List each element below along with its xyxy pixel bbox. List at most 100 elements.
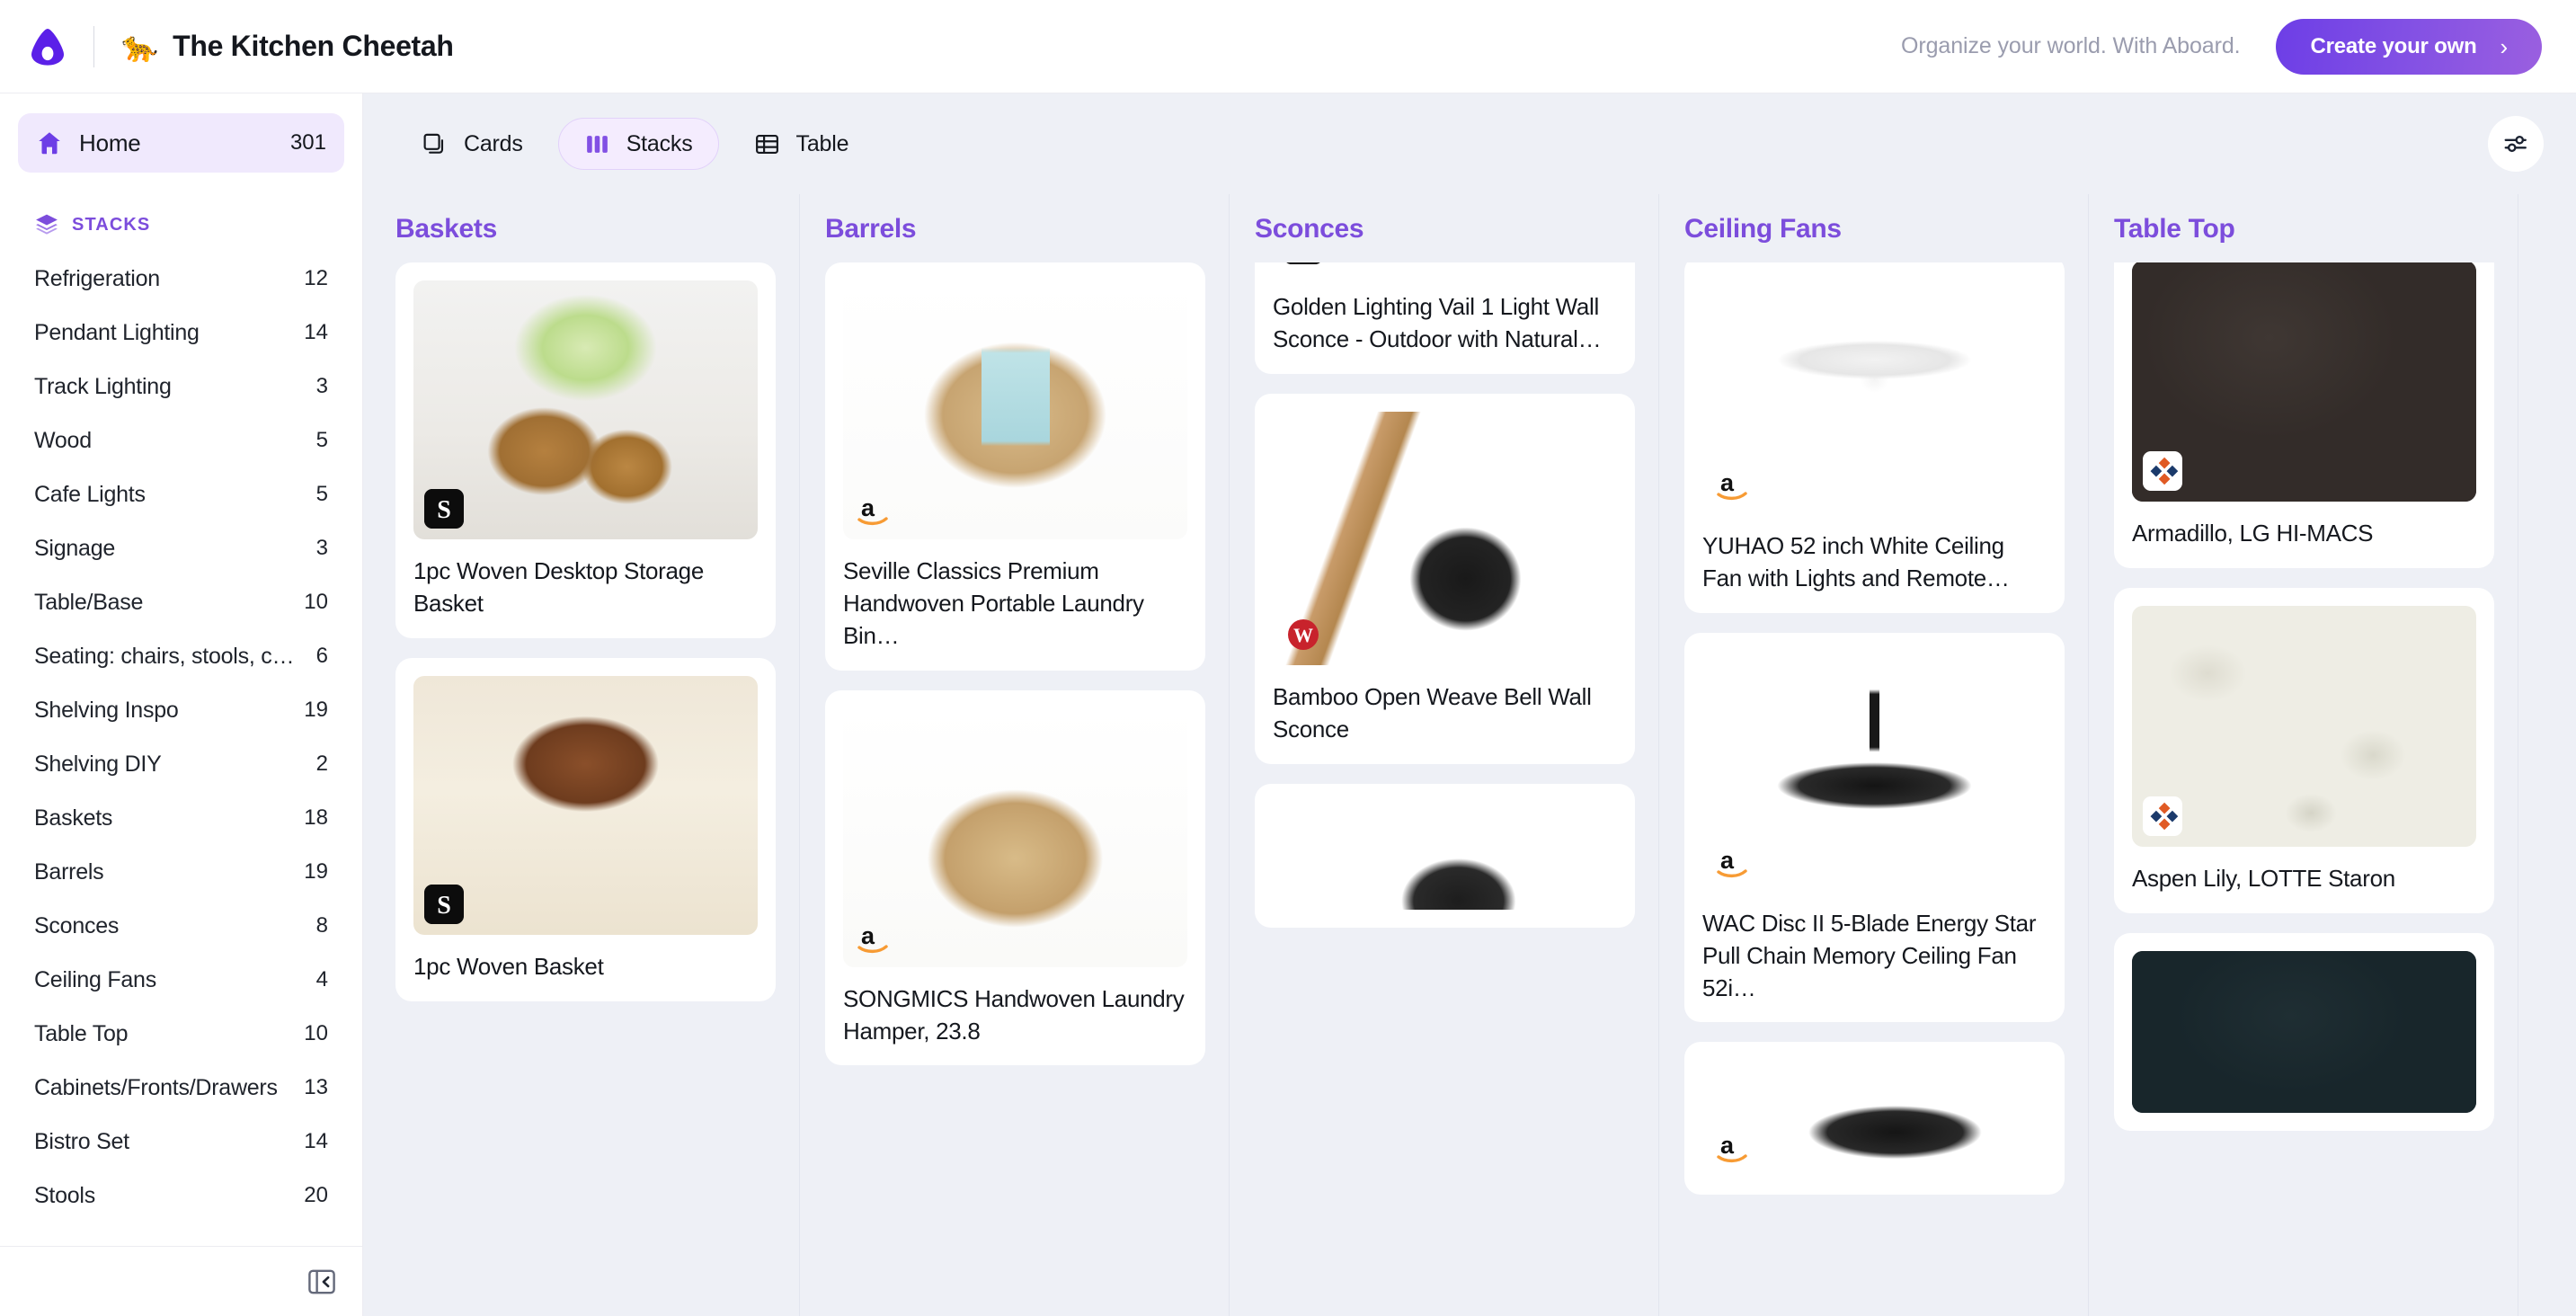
sidebar-section-stacks: STACKS <box>34 212 344 237</box>
stack-column-cards[interactable]: Golden Lighting Vail 1 Light Wall Sconce… <box>1230 262 1658 1316</box>
tab-table[interactable]: Table <box>728 118 875 170</box>
stack-column: Ceiling Fans a YUHAO 52 inch White Ceiling… <box>1659 194 2089 1316</box>
sidebar-item-cafe-lights[interactable]: Cafe Lights 5 <box>18 467 344 521</box>
sidebar-item-count: 20 <box>304 1183 328 1207</box>
create-your-own-button[interactable]: Create your own › <box>2276 18 2542 75</box>
sidebar-scroll[interactable]: Home 301 STACKS Refrigeration 12 Pendant L… <box>0 93 362 1246</box>
amazon-badge-icon: a <box>1717 1132 1747 1163</box>
card-photo <box>2132 605 2476 847</box>
sidebar-item-refrigeration[interactable]: Refrigeration 12 <box>18 252 344 306</box>
card-title: Armadillo, LG HI-MACS <box>2132 520 2374 547</box>
aboard-logo-icon[interactable] <box>27 26 68 67</box>
sidebar-item-stools[interactable]: Stools 20 <box>18 1169 344 1223</box>
card-image: a <box>843 707 1187 967</box>
card-image: W <box>1273 411 1617 665</box>
stack-card[interactable]: a <box>1684 1042 2065 1196</box>
card-title: Bamboo Open Weave Bell Wall Sconce <box>1273 682 1592 742</box>
stack-card[interactable]: a YUHAO 52 inch White Ceiling Fan with Li… <box>1684 262 2065 613</box>
stack-column-cards[interactable]: a YUHAO 52 inch White Ceiling Fan with Li… <box>1659 262 2088 1316</box>
sidebar-item-barrels[interactable]: Barrels 19 <box>18 845 344 899</box>
sidebar-item-count: 8 <box>315 913 328 938</box>
card-photo <box>1273 801 1617 910</box>
cards-icon <box>423 133 444 154</box>
svg-text:a: a <box>1720 847 1735 874</box>
stack-column-title: Barrels <box>825 214 917 244</box>
stack-card[interactable]: a Seville Classics Premium Handwoven Port… <box>825 262 1205 671</box>
tab-stacks[interactable]: Stacks <box>557 118 719 170</box>
sidebar-item-bistro-set[interactable]: Bistro Set 14 <box>18 1115 344 1169</box>
sidebar-item-count: 5 <box>315 482 328 506</box>
sidebar-item-cabinets-fronts-drawers[interactable]: Cabinets/Fronts/Drawers 13 <box>18 1061 344 1115</box>
card-photo <box>413 280 758 539</box>
sidebar-item-label: Track Lighting <box>34 373 172 399</box>
sidebar-item-label: Baskets <box>34 805 113 831</box>
card-photo <box>1273 411 1617 665</box>
stack-card[interactable]: S 1pc Woven Basket <box>395 657 776 1001</box>
sidebar-item-label: Cabinets/Fronts/Drawers <box>34 1074 278 1100</box>
stack-column-cards[interactable]: Armadillo, LG HI-MACS Aspen Lily, LOTTE S… <box>2089 262 2518 1316</box>
sidebar-item-count: 19 <box>304 698 328 722</box>
sidebar-item-label: Table Top <box>34 1020 129 1046</box>
sidebar-item-baskets[interactable]: Baskets 18 <box>18 791 344 845</box>
stack-card[interactable]: a SONGMICS Handwoven Laundry Hamper, 23.8 <box>825 689 1205 1066</box>
sidebar-item-table-top[interactable]: Table Top 10 <box>18 1007 344 1061</box>
stack-column-title: Table Top <box>2114 214 2235 244</box>
lg-himacs-badge-icon <box>2143 796 2182 836</box>
body: Home 301 STACKS Refrigeration 12 Pendant L… <box>0 93 2576 1316</box>
card-title: SONGMICS Handwoven Laundry Hamper, 23.8 <box>843 984 1185 1045</box>
card-photo <box>1702 273 2047 514</box>
sidebar-item-count: 5 <box>315 428 328 452</box>
stack-column: Sconces Golden Lighting Vail 1 Light Wall… <box>1230 194 1659 1316</box>
stack-card[interactable]: Golden Lighting Vail 1 Light Wall Sconce… <box>1255 262 1635 374</box>
card-image: a <box>1702 650 2047 892</box>
sidebar-stack-list: Refrigeration 12 Pendant Lighting 14 Track L… <box>18 252 344 1223</box>
sidebar-item-wood[interactable]: Wood 5 <box>18 413 344 467</box>
sidebar-footer <box>0 1246 362 1316</box>
stack-card[interactable]: W Bamboo Open Weave Bell Wall Sconce <box>1255 393 1635 764</box>
sidebar-item-label: Wood <box>34 427 92 453</box>
source-badge-shein: S <box>424 489 464 529</box>
tab-cards[interactable]: Cards <box>395 118 549 170</box>
stack-card[interactable]: S 1pc Woven Desktop Storage Basket <box>395 262 776 638</box>
svg-text:a: a <box>861 494 875 521</box>
sidebar-item-track-lighting[interactable]: Track Lighting 3 <box>18 360 344 413</box>
stack-card[interactable] <box>1255 783 1635 928</box>
lg-himacs-badge-icon <box>2143 451 2182 491</box>
stack-card[interactable] <box>2114 932 2494 1131</box>
sidebar-item-ceiling-fans[interactable]: Ceiling Fans 4 <box>18 953 344 1007</box>
card-image: a <box>1702 1060 2047 1178</box>
tab-label: Stacks <box>626 130 693 156</box>
sidebar-item-shelving-diy[interactable]: Shelving DIY 2 <box>18 737 344 791</box>
sidebar-item-count: 3 <box>315 374 328 398</box>
svg-text:a: a <box>1720 1132 1735 1159</box>
source-badge-amazon: a <box>1713 841 1753 881</box>
sidebar-item-label: Stools <box>34 1182 95 1208</box>
cta-label: Create your own <box>2310 33 2477 58</box>
sidebar-item-pendant-lighting[interactable]: Pendant Lighting 14 <box>18 306 344 360</box>
sidebar-item-seating-chairs-stools-ch[interactable]: Seating: chairs, stools, ch… 6 <box>18 629 344 683</box>
sidebar-item-label: Cafe Lights <box>34 481 146 507</box>
amazon-badge-icon: a <box>1717 847 1747 877</box>
sidebar-item-label: Signage <box>34 535 115 561</box>
stack-card[interactable]: a WAC Disc II 5-Blade Energy Star Pull Ch… <box>1684 632 2065 1023</box>
top-bar: 🐆 The Kitchen Cheetah Organize your worl… <box>0 0 2576 93</box>
display-settings-button[interactable] <box>2488 116 2544 172</box>
stack-column-cards[interactable]: S 1pc Woven Desktop Storage Basket S 1pc Wo… <box>370 262 799 1316</box>
sidebar-item-home[interactable]: Home 301 <box>18 113 344 173</box>
brand-divider <box>93 25 94 67</box>
stack-column-cards[interactable]: a Seville Classics Premium Handwoven Port… <box>800 262 1229 1316</box>
stacks-columns-icon <box>586 135 608 153</box>
stack-card[interactable]: Armadillo, LG HI-MACS <box>2114 262 2494 568</box>
sidebar-item-signage[interactable]: Signage 3 <box>18 521 344 575</box>
tab-label: Table <box>795 130 849 156</box>
sidebar-item-shelving-inspo[interactable]: Shelving Inspo 19 <box>18 683 344 737</box>
world-market-badge-icon: W <box>1288 618 1319 650</box>
sidebar: Home 301 STACKS Refrigeration 12 Pendant L… <box>0 93 363 1316</box>
sidebar-item-table-base[interactable]: Table/Base 10 <box>18 575 344 629</box>
sidebar-item-sconces[interactable]: Sconces 8 <box>18 899 344 953</box>
sidebar-section-label: STACKS <box>72 214 151 235</box>
sidebar-home-count: 301 <box>289 130 326 155</box>
stack-card[interactable]: Aspen Lily, LOTTE Staron <box>2114 587 2494 913</box>
stacks-board[interactable]: Baskets S 1pc Woven Desktop Storage Basket… <box>363 194 2576 1316</box>
panel-collapse-left-icon[interactable] <box>306 1267 337 1297</box>
